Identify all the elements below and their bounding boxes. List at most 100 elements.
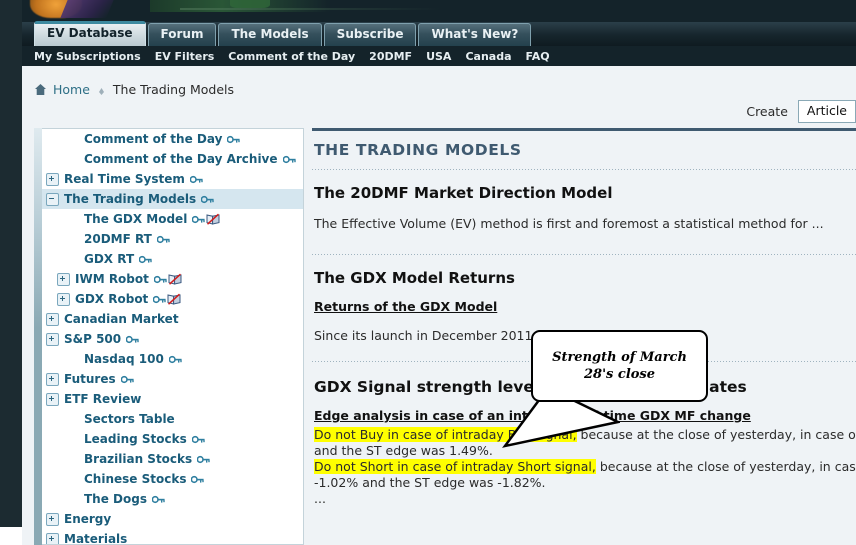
expand-icon[interactable] [46, 532, 59, 544]
highlight-do-not-short: Do not Short in case of intraday Short s… [314, 459, 596, 474]
sidebar-item-comment-of-the-day-archive[interactable]: Comment of the Day Archive [42, 149, 303, 169]
subnav-item-20dmf[interactable]: 20DMF [369, 50, 412, 63]
tree-spacer-icon [68, 214, 79, 225]
key-icon [192, 215, 206, 223]
sidebar-item-label: Brazilian Stocks [84, 452, 193, 466]
sidebar-item-etf-review[interactable]: ETF Review [42, 389, 303, 409]
key-icon [139, 255, 152, 263]
sidebar-item-label: Nasdaq 100 [84, 352, 164, 366]
key-icon [282, 155, 296, 163]
tree-spacer-icon [68, 234, 79, 245]
sidebar-item-label: The Trading Models [64, 192, 197, 206]
sidebar-item-chinese-stocks[interactable]: Chinese Stocks [42, 469, 303, 489]
sidebar-scroll-rail[interactable] [34, 128, 42, 545]
create-type-select[interactable]: Article [797, 100, 856, 123]
book-restricted-icon [168, 273, 182, 285]
tree-spacer-icon [68, 494, 79, 505]
expand-icon[interactable] [46, 372, 59, 386]
sidebar-item-the-trading-models[interactable]: The Trading Models [42, 189, 303, 209]
sidebar-item-label: GDX RT [84, 252, 135, 266]
sidebar-item-the-gdx-model[interactable]: The GDX Model [42, 209, 303, 229]
expand-icon[interactable] [57, 292, 70, 306]
tab-the-models[interactable]: The Models [218, 23, 322, 46]
sidebar-item-comment-of-the-day[interactable]: Comment of the Day [42, 129, 303, 149]
sidebar-item-label: Real Time System [64, 172, 185, 186]
sidebar-item-materials[interactable]: Materials [42, 529, 303, 544]
tree-spacer-icon [68, 154, 79, 165]
page-title: THE TRADING MODELS [314, 141, 522, 159]
breadcrumb-current-page: The Trading Models [112, 81, 235, 97]
tab-whats-new[interactable]: What's New? [418, 23, 532, 46]
expand-icon[interactable] [46, 332, 59, 346]
sidebar-item-label: 20DMF RT [84, 232, 152, 246]
sidebar-item-label: ETF Review [64, 392, 142, 406]
primary-tab-bar: EV Database Forum The Models Subscribe W… [0, 21, 856, 46]
tree-spacer-icon [68, 414, 79, 425]
sidebar-item-sectors-table[interactable]: Sectors Table [42, 409, 303, 429]
sidebar-item-the-dogs[interactable]: The Dogs [42, 489, 303, 509]
edge-line-4: -1.02% and the ST edge was -1.82%. [314, 475, 546, 490]
divider-2 [312, 254, 856, 255]
left-rail-bottom [0, 527, 22, 545]
sidebar-item-label: The GDX Model [84, 212, 188, 226]
key-icon [201, 195, 214, 203]
edge-line-5-ellipsis: ... [314, 491, 326, 506]
expand-icon[interactable] [46, 512, 59, 526]
subnav-item-canada[interactable]: Canada [465, 50, 511, 63]
sidebar-item-leading-stocks[interactable]: Leading Stocks [42, 429, 303, 449]
key-icon [197, 455, 210, 463]
sidebar-item-label: GDX Robot [75, 292, 149, 306]
sidebar-item-gdx-robot[interactable]: GDX Robot [42, 289, 303, 309]
key-icon [153, 275, 167, 283]
sidebar-item-energy[interactable]: Energy [42, 509, 303, 529]
sidebar-item-canadian-market[interactable]: Canadian Market [42, 309, 303, 329]
subnav-item-usa[interactable]: USA [426, 50, 451, 63]
subnav-item-ev-filters[interactable]: EV Filters [155, 50, 215, 63]
edge-line-3-rest: because at the close of yesterday, in ca… [599, 459, 856, 474]
banner-decoration-streak [180, 8, 440, 10]
key-icon [153, 295, 166, 303]
expand-icon[interactable] [46, 172, 59, 186]
key-icon [156, 235, 170, 243]
sidebar-item-real-time-system[interactable]: Real Time System [42, 169, 303, 189]
book-restricted-icon [206, 213, 220, 225]
sidebar-item-s-p-500[interactable]: S&P 500 [42, 329, 303, 349]
sidebar-item-gdx-rt[interactable]: GDX RT [42, 249, 303, 269]
sidebar-item-label: IWM Robot [75, 272, 149, 286]
subnav-item-comment-of-the-day[interactable]: Comment of the Day [228, 50, 355, 63]
sidebar-item-label: S&P 500 [64, 332, 122, 346]
expand-icon[interactable] [57, 272, 70, 286]
tab-subscribe[interactable]: Subscribe [323, 23, 417, 46]
key-icon [191, 475, 205, 483]
create-label: Create [746, 104, 788, 119]
secondary-nav-items: My Subscriptions EV Filters Comment of t… [34, 46, 564, 66]
sidebar-item-label: Sectors Table [84, 412, 175, 426]
left-rail [0, 0, 22, 527]
tab-ev-database[interactable]: EV Database [34, 21, 146, 46]
sidebar-item-iwm-robot[interactable]: IWM Robot [42, 269, 303, 289]
tab-forum[interactable]: Forum [147, 23, 217, 46]
tree-spacer-icon [68, 434, 79, 445]
banner-decoration-purple [60, 0, 118, 18]
sidebar-item-brazilian-stocks[interactable]: Brazilian Stocks [42, 449, 303, 469]
sidebar-item-nasdaq-100[interactable]: Nasdaq 100 [42, 349, 303, 369]
collapse-icon[interactable] [46, 192, 59, 206]
sidebar-item-label: Comment of the Day [84, 132, 223, 146]
sidebar-item-20dmf-rt[interactable]: 20DMF RT [42, 229, 303, 249]
sidebar-item-label: The Dogs [84, 492, 147, 506]
key-icon [227, 135, 241, 143]
sidebar-tree: Comment of the Day Comment of the Day Arc… [42, 129, 303, 544]
expand-icon[interactable] [46, 392, 59, 406]
link-returns-of-gdx-model[interactable]: Returns of the GDX Model [314, 299, 497, 314]
subnav-item-faq[interactable]: FAQ [526, 50, 550, 63]
primary-tabs: EV Database Forum The Models Subscribe W… [34, 21, 533, 46]
home-icon [34, 83, 47, 96]
banner-decoration-green-2 [230, 0, 270, 8]
sidebar-item-futures[interactable]: Futures [42, 369, 303, 389]
divider-1 [312, 169, 856, 170]
section-paragraph-20dmf: The Effective Volume (EV) method is firs… [314, 216, 824, 231]
page-root: EV Database Forum The Models Subscribe W… [0, 0, 856, 545]
expand-icon[interactable] [46, 312, 59, 326]
breadcrumb-link-home[interactable]: Home [53, 82, 90, 97]
subnav-item-my-subscriptions[interactable]: My Subscriptions [34, 50, 141, 63]
